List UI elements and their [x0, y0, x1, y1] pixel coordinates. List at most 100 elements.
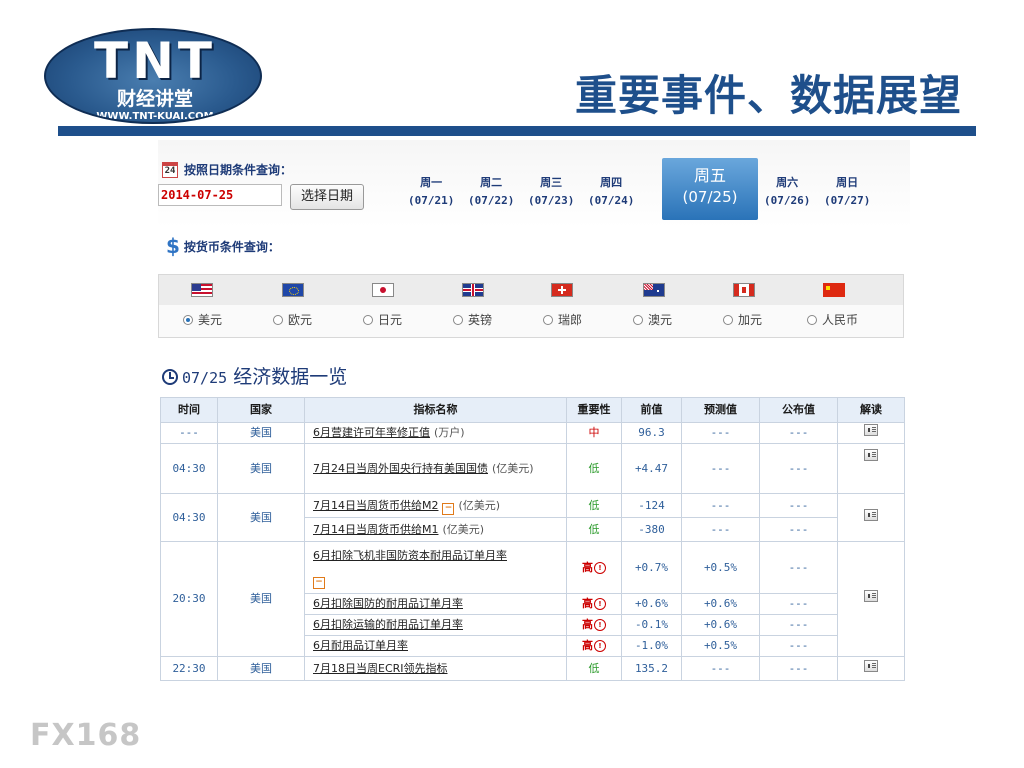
currency-option-label: 美元	[198, 313, 223, 327]
currency-option-cny[interactable]: 人民币	[807, 309, 858, 331]
indicator-link[interactable]: 7月14日当周货币供给M2	[313, 499, 438, 512]
currency-query-label: $ 按货币条件查询：	[166, 236, 280, 257]
col-header-actual: 公布值	[759, 397, 838, 423]
indicator-link[interactable]: 6月扣除运输的耐用品订单月率	[313, 618, 463, 631]
col-header-time: 时间	[160, 397, 218, 423]
radio-checked-icon[interactable]	[183, 315, 193, 325]
col-header-interpretation: 解读	[837, 397, 905, 423]
country-cell: 美国	[217, 493, 305, 542]
indicator-link[interactable]: 6月耐用品订单月率	[313, 639, 408, 652]
header-divider	[58, 126, 976, 136]
day-tab-weekday: 周四	[600, 176, 623, 189]
importance-label: 高	[582, 618, 593, 631]
forecast-cell: ---	[681, 443, 760, 494]
actual-cell: ---	[759, 517, 838, 542]
currency-option-aud[interactable]: 澳元	[633, 309, 672, 331]
flag-row	[159, 275, 903, 305]
table-title-date: 07/25	[182, 369, 228, 387]
importance-label: 低	[588, 522, 600, 536]
interpretation-icon[interactable]	[864, 659, 878, 672]
indicator-link[interactable]: 6月扣除飞机非国防资本耐用品订单月率	[313, 549, 507, 562]
table-row: 04:30 美国 7月24日当周外国央行持有美国国债 (亿美元) 低 +4.47 …	[160, 443, 905, 494]
uk-flag-icon[interactable]	[462, 283, 484, 297]
currency-option-cad[interactable]: 加元	[723, 309, 762, 331]
currency-option-jpy[interactable]: 日元	[363, 309, 402, 331]
importance-label: 低	[588, 498, 600, 512]
previous-cell: -124	[621, 493, 682, 518]
logo-brand: TNT	[93, 32, 217, 90]
pick-date-button[interactable]: 选择日期	[290, 184, 364, 210]
day-tab-fri[interactable]: 周五 (07/25)	[662, 158, 758, 220]
previous-cell: 135.2	[621, 656, 682, 681]
actual-cell: ---	[759, 443, 838, 494]
alert-icon: !	[594, 619, 606, 631]
radio-icon[interactable]	[363, 315, 373, 325]
radio-icon[interactable]	[723, 315, 733, 325]
country-cell: 美国	[217, 422, 305, 444]
country-cell: 美国	[217, 443, 305, 494]
radio-icon[interactable]	[453, 315, 463, 325]
radio-icon[interactable]	[273, 315, 283, 325]
table-header-row: 时间 国家 指标名称 重要性 前值 预测值 公布值 解读	[160, 397, 905, 423]
currency-option-chf[interactable]: 瑞郎	[543, 309, 582, 331]
day-tab-tue[interactable]: 周二 (07/22)	[468, 174, 514, 210]
interpretation-icon[interactable]	[864, 590, 878, 602]
currency-option-eur[interactable]: 欧元	[273, 309, 312, 331]
time-cell: ---	[160, 422, 218, 444]
table-row: 04:30 美国 7月14日当周货币供给M2− (亿美元) 低 -124 --- …	[160, 493, 905, 542]
australia-flag-icon[interactable]	[643, 283, 665, 297]
country-cell: 美国	[217, 541, 305, 657]
importance-label: 高	[582, 560, 593, 574]
collapse-icon[interactable]: −	[442, 502, 455, 515]
swiss-flag-icon[interactable]	[551, 283, 573, 297]
day-tab-weekday: 周日	[836, 176, 859, 189]
col-header-importance: 重要性	[566, 397, 622, 423]
actual-cell: ---	[759, 541, 838, 594]
actual-cell: ---	[759, 593, 838, 615]
importance-cell: 中	[566, 422, 622, 444]
date-input[interactable]: 2014-07-25	[158, 184, 282, 206]
china-flag-icon[interactable]	[823, 283, 845, 297]
indicator-link[interactable]: 7月18日当周ECRI领先指标	[313, 662, 448, 675]
radio-icon[interactable]	[633, 315, 643, 325]
interpretation-icon[interactable]	[864, 449, 878, 461]
currency-option-label: 日元	[378, 313, 403, 327]
day-tab-date: (07/21)	[408, 194, 455, 207]
day-tab-mon[interactable]: 周一 (07/21)	[408, 174, 454, 210]
tnt-logo: TNT 财经讲堂 WWW.TNT-KUAI.COM	[44, 28, 262, 128]
indicator-unit: (万户)	[434, 426, 465, 439]
logo-globe: TNT 财经讲堂 WWW.TNT-KUAI.COM	[44, 28, 262, 124]
day-tab-thu[interactable]: 周四 (07/24)	[588, 174, 634, 210]
collapse-icon[interactable]: −	[313, 576, 325, 589]
calendar-icon: 24	[162, 162, 178, 178]
interpretation-icon[interactable]	[864, 424, 878, 436]
radio-icon[interactable]	[807, 315, 817, 325]
previous-cell: 96.3	[621, 422, 682, 444]
currency-option-gbp[interactable]: 英镑	[453, 309, 492, 331]
forecast-cell: ---	[681, 517, 760, 542]
eu-flag-icon[interactable]	[282, 283, 304, 297]
day-tab-date: (07/23)	[528, 194, 575, 207]
indicator-link[interactable]: 7月14日当周货币供给M1	[313, 523, 438, 536]
japan-flag-icon[interactable]	[372, 283, 394, 297]
canada-flag-icon[interactable]	[733, 283, 755, 297]
currency-option-usd[interactable]: 美元	[183, 309, 222, 331]
currency-selector: 美元 欧元 日元 英镑 瑞郎 澳元 加元 人民币	[158, 274, 904, 338]
indicator-cell: 6月耐用品订单月率	[304, 635, 567, 657]
interpretation-icon[interactable]	[864, 508, 878, 521]
interpretation-cell	[837, 541, 905, 657]
table-row: --- 美国 6月营建许可年率修正值 (万户) 中 96.3 --- ---	[160, 422, 905, 444]
day-tab-sat[interactable]: 周六 (07/26)	[764, 174, 810, 210]
forecast-cell: ---	[681, 656, 760, 681]
indicator-link[interactable]: 6月扣除国防的耐用品订单月率	[313, 597, 463, 610]
indicator-link[interactable]: 7月24日当周外国央行持有美国国债	[313, 462, 488, 475]
logo-url: WWW.TNT-KUAI.COM	[96, 111, 214, 122]
previous-cell: +0.7%	[621, 541, 682, 594]
indicator-link[interactable]: 6月营建许可年率修正值	[313, 426, 430, 439]
day-tab-sun[interactable]: 周日 (07/27)	[824, 174, 870, 210]
actual-cell: ---	[759, 635, 838, 657]
day-tab-wed[interactable]: 周三 (07/23)	[528, 174, 574, 210]
usa-flag-icon[interactable]	[191, 283, 213, 297]
col-header-indicator: 指标名称	[304, 397, 567, 423]
radio-icon[interactable]	[543, 315, 553, 325]
